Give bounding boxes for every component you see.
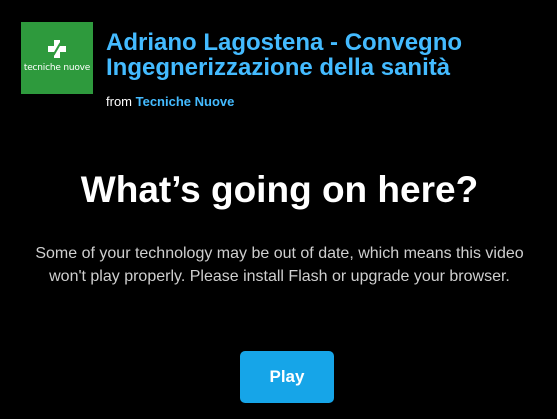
publisher-logo[interactable]: tecniche nuove	[21, 22, 93, 94]
publisher-link[interactable]: Tecniche Nuove	[136, 94, 235, 109]
notice-heading: What’s going on here?	[80, 169, 479, 210]
byline: from Tecniche Nuove	[106, 94, 234, 110]
logo-wordmark: tecniche nuove	[23, 63, 91, 73]
byline-prefix: from	[106, 94, 132, 109]
video-player: tecniche nuove Adriano Lagostena - Conve…	[0, 0, 559, 420]
notice-message: Some of your technology may be out of da…	[35, 245, 524, 285]
play-button[interactable]: Play	[240, 351, 334, 403]
video-title-link[interactable]: Adriano Lagostena - Convegno Ingegnerizz…	[106, 30, 546, 80]
cross-logo-icon	[48, 40, 66, 58]
